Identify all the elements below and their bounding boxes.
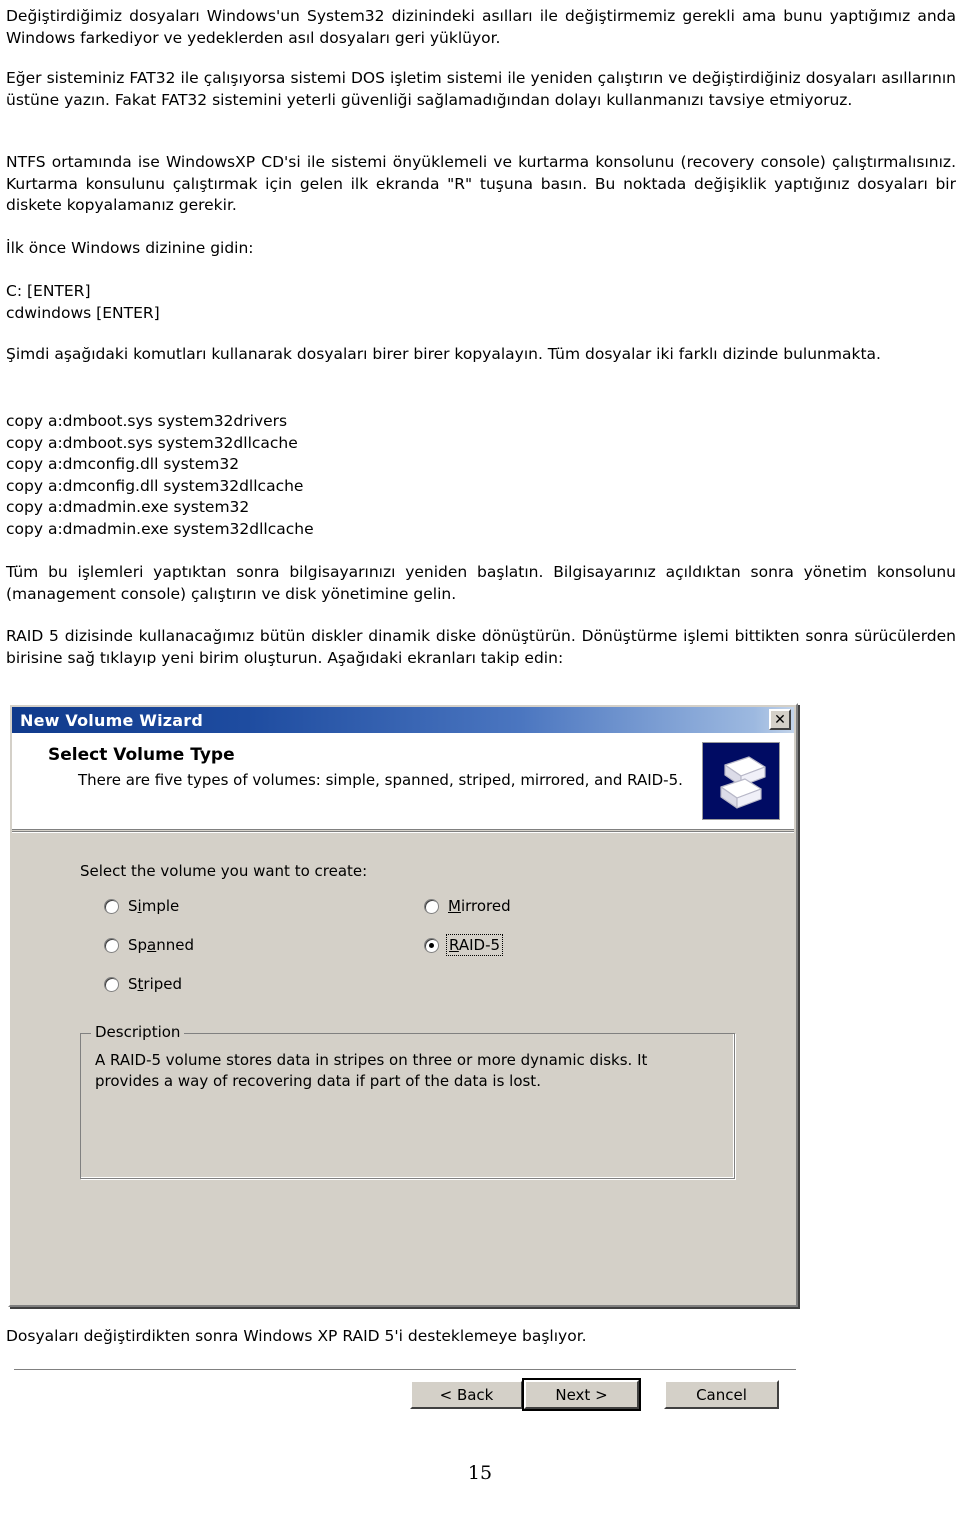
radio-label-striped: Striped xyxy=(128,975,183,993)
document-page: Değiştirdiğimiz dosyaları Windows'un Sys… xyxy=(0,0,960,1527)
command-block-copy-commands: copy a:dmboot.sys system32drivers copy a… xyxy=(6,412,314,538)
description-groupbox: Description A RAID-5 volume stores data … xyxy=(80,1023,735,1179)
new-volume-wizard-dialog: New Volume Wizard ✕ Select Volume Type T… xyxy=(8,703,798,1411)
radio-label-raid5: RAID-5 xyxy=(445,934,504,956)
paragraph-intro: Değiştirdiğimiz dosyaları Windows'un Sys… xyxy=(6,7,956,47)
radio-indicator-selected xyxy=(424,937,439,953)
description-text: A RAID-5 volume stores data in stripes o… xyxy=(95,1051,648,1090)
radio-option-spanned[interactable]: Spanned xyxy=(104,934,194,956)
radio-indicator xyxy=(104,937,119,953)
radio-indicator xyxy=(424,898,439,914)
paragraph-fat32: Eğer sisteminiz FAT32 ile çalışıyorsa si… xyxy=(6,69,956,109)
page-number: 15 xyxy=(467,1462,493,1484)
dialog-button-row: < Back Next > Cancel xyxy=(14,1378,796,1420)
close-icon[interactable]: ✕ xyxy=(769,709,791,730)
radio-label-spanned: Spanned xyxy=(128,936,195,954)
command-block-enter-windows-dir: C: [ENTER] cdwindows [ENTER] xyxy=(6,282,160,322)
radio-label-mirrored: Mirrored xyxy=(448,897,511,915)
radio-label-simple: Simple xyxy=(128,897,180,915)
radio-option-striped[interactable]: Striped xyxy=(104,973,182,995)
paragraph-copy-instructions: Şimdi aşağıdaki komutları kullanarak dos… xyxy=(6,345,881,363)
dialog-title: New Volume Wizard xyxy=(20,710,204,730)
paragraph-ntfs: NTFS ortamında ise WindowsXP CD'si ile s… xyxy=(6,153,956,214)
paragraph-restart-console: Tüm bu işlemleri yaptıktan sonra bilgisa… xyxy=(6,563,956,603)
paragraph-conclusion: Dosyaları değiştirdikten sonra Windows X… xyxy=(6,1327,587,1345)
radio-indicator xyxy=(104,976,119,992)
dialog-body: Select the volume you want to create: Si… xyxy=(12,835,796,1411)
stacked-disks-icon xyxy=(702,742,780,820)
dialog-titlebar: New Volume Wizard ✕ xyxy=(12,707,794,733)
header-separator xyxy=(12,831,794,833)
volume-type-prompt: Select the volume you want to create: xyxy=(80,862,368,880)
radio-indicator xyxy=(104,898,119,914)
footer-separator xyxy=(14,1369,796,1371)
wizard-header: Select Volume Type There are five types … xyxy=(12,733,794,830)
radio-option-mirrored[interactable]: Mirrored xyxy=(424,895,511,917)
wizard-header-title: Select Volume Type xyxy=(48,745,235,765)
radio-option-raid5[interactable]: RAID-5 xyxy=(424,934,504,956)
paragraph-raid5-convert: RAID 5 dizisinde kullanacağımız bütün di… xyxy=(6,627,956,667)
wizard-header-subtitle: There are five types of volumes: simple,… xyxy=(78,771,683,789)
back-button[interactable]: < Back xyxy=(410,1380,523,1409)
paragraph-goto-windows-dir: İlk önce Windows dizinine gidin: xyxy=(6,239,254,257)
description-legend: Description xyxy=(91,1023,185,1041)
cancel-button[interactable]: Cancel xyxy=(664,1380,779,1409)
radio-option-simple[interactable]: Simple xyxy=(104,895,179,917)
next-button[interactable]: Next > xyxy=(522,1378,641,1411)
